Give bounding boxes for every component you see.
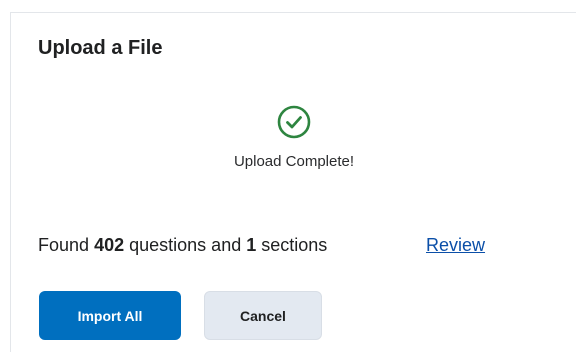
question-count: 402	[94, 235, 125, 255]
section-count: 1	[246, 235, 257, 255]
review-link[interactable]: Review	[426, 235, 485, 256]
cancel-button[interactable]: Cancel	[204, 291, 322, 340]
check-circle-icon	[277, 105, 311, 139]
dialog-title: Upload a File	[38, 37, 163, 59]
import-all-button[interactable]: Import All	[39, 291, 181, 340]
summary-suffix: sections	[261, 235, 328, 255]
import-summary: Found 402 questions and 1 sections	[38, 235, 327, 256]
summary-prefix: Found	[38, 235, 90, 255]
summary-middle: questions and	[129, 235, 242, 255]
upload-status-text: Upload Complete!	[233, 153, 355, 170]
upload-status: Upload Complete!	[11, 105, 576, 170]
upload-dialog: Upload a File Upload Complete! Found 402…	[10, 12, 576, 352]
